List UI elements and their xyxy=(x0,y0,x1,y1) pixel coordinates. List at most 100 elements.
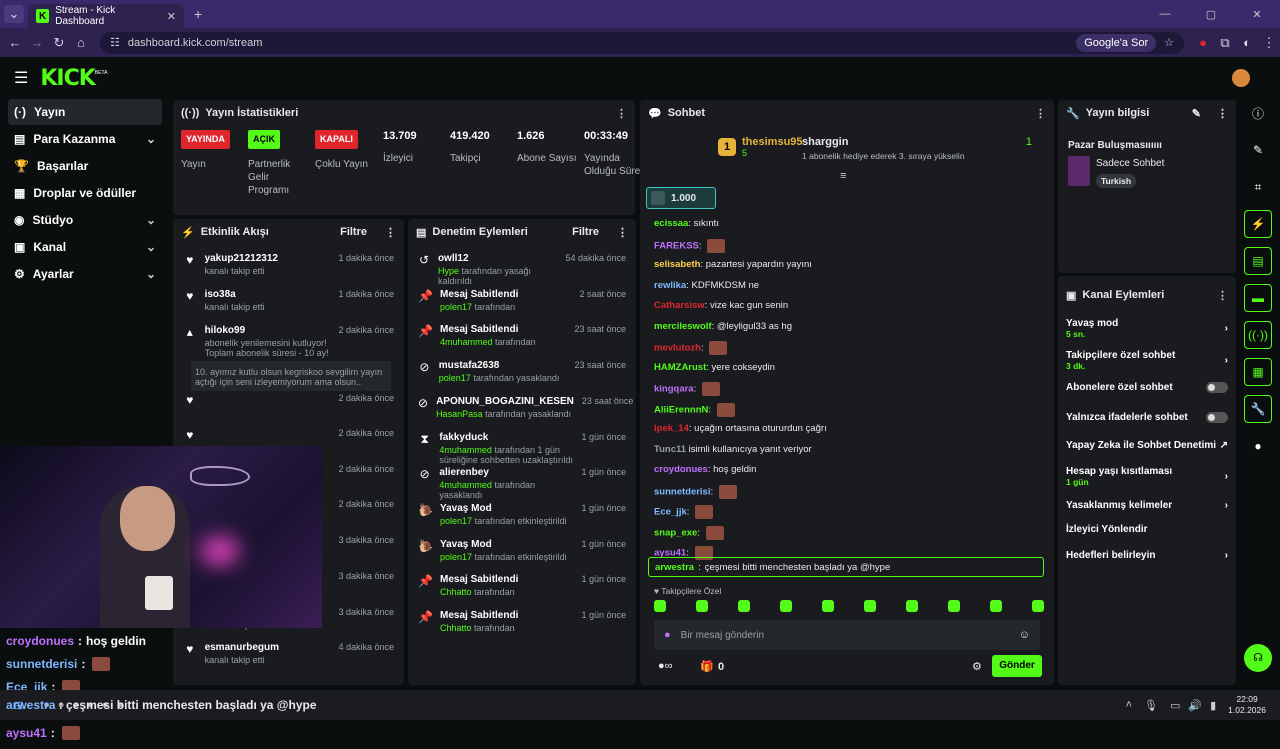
chat-message[interactable]: croydonues: hoş geldin xyxy=(654,464,756,475)
chat-settings-icon[interactable]: ⚙ xyxy=(972,660,982,673)
actions-more-icon[interactable]: ⋮ xyxy=(1217,289,1228,302)
activity-user[interactable]: iso38a xyxy=(205,289,331,300)
language-tag[interactable]: Turkish xyxy=(1096,174,1137,188)
crop-icon[interactable]: ⌗ xyxy=(1244,173,1272,201)
channel-action[interactable]: Abonelere özel sohbet xyxy=(1066,382,1228,393)
chat-username[interactable]: Ece_jjk xyxy=(654,507,687,518)
home-icon[interactable]: ⌂ xyxy=(70,35,92,50)
info-icon[interactable]: ⓘ xyxy=(1244,99,1272,127)
chevron-down-icon[interactable]: ⌄ xyxy=(146,240,156,254)
moderator-name[interactable]: Hype xyxy=(438,266,459,276)
browser-menu-icon[interactable]: ⋮ xyxy=(1258,35,1280,51)
back-icon[interactable]: ← xyxy=(4,35,26,50)
moderation-row[interactable]: ⊘ alierenbey 4muhammed tarafından yasaklan… xyxy=(408,467,636,500)
chevron-right-icon[interactable]: › xyxy=(1225,355,1228,366)
emote-icon[interactable] xyxy=(990,600,1002,612)
site-info-icon[interactable]: ☷ xyxy=(110,36,120,49)
moderation-row[interactable]: 📌 Mesaj Sabitlendi Chhatto tarafından 1 gün… xyxy=(408,610,636,633)
moderator-name[interactable]: 4muhammed xyxy=(440,337,493,347)
chevron-down-icon[interactable]: ⌄ xyxy=(146,132,156,146)
sidebar-item[interactable]: ⚙ Ayarlar ⌄ xyxy=(8,261,162,287)
activity-row[interactable]: ♥ yakup21212312 kanalı takip etti 1 dakika … xyxy=(173,253,404,276)
minimize-icon[interactable]: — xyxy=(1142,8,1188,20)
chat-username[interactable]: ecissaa xyxy=(654,218,688,229)
emote-icon[interactable] xyxy=(654,600,666,612)
chevron-right-icon[interactable]: › xyxy=(1225,550,1228,561)
top-user[interactable]: thesimsu95 xyxy=(742,136,803,148)
activity-row[interactable]: ▴ hiloko99 abonelik yenilemesini kutluyor!… xyxy=(173,325,404,358)
activity-user[interactable]: yakup21212312 xyxy=(205,253,331,264)
send-button[interactable]: Gönder xyxy=(992,655,1042,677)
battery-icon[interactable]: ▮ xyxy=(1210,699,1216,712)
channel-action[interactable]: Yasaklanmış kelimeler › xyxy=(1066,500,1228,511)
moderation-row[interactable]: 🐌 Yavaş Mod polen17 tarafından etkinleştir… xyxy=(408,539,636,562)
chevron-right-icon[interactable]: › xyxy=(1225,471,1228,482)
chat-username[interactable]: sunnetderisi xyxy=(654,486,711,497)
moderation-row[interactable]: ⊘ mustafa2638 polen17 tarafından yasakland… xyxy=(408,360,636,383)
profile-avatar-icon[interactable]: ◐ xyxy=(1236,35,1258,50)
kick-logo[interactable]: KICK xyxy=(40,66,95,91)
activity-row[interactable]: 10. ayımız kutlu olsun kegriskoo sevgili… xyxy=(191,361,391,391)
doc-icon[interactable]: ▤ xyxy=(1244,247,1272,275)
mic-tray-icon[interactable]: 🎙 xyxy=(1144,699,1158,712)
points-icon[interactable]: ●∞ xyxy=(658,660,673,672)
wrench-icon[interactable]: 🔧 xyxy=(1244,395,1272,423)
activity-more-icon[interactable]: ⋮ xyxy=(385,226,396,239)
channel-action[interactable]: Yalnızca ifadelerle sohbet xyxy=(1066,412,1228,423)
external-link-icon[interactable]: ↗ xyxy=(1220,440,1228,451)
chat-message[interactable]: mercileswolf: @leyligul33 as hg xyxy=(654,321,792,332)
pinned-user[interactable]: arwestra xyxy=(655,562,694,573)
mic-icon[interactable]: ● xyxy=(664,629,671,641)
expand-chevron-icon[interactable]: ≡ xyxy=(840,170,846,182)
moderation-row[interactable]: 🐌 Yavaş Mod polen17 tarafından etkinleştir… xyxy=(408,503,636,526)
moderation-row[interactable]: 📌 Mesaj Sabitlendi Chhatto tarafından 1 gün… xyxy=(408,574,636,597)
moderator-name[interactable]: 4muhammed xyxy=(439,480,492,490)
activity-user[interactable]: hiloko99 xyxy=(205,325,331,336)
category-name[interactable]: Sadece Sohbet xyxy=(1096,158,1164,169)
chat-username[interactable]: kingqara xyxy=(654,384,694,395)
channel-action[interactable]: İzleyici Yönlendir xyxy=(1066,524,1228,535)
sidebar-item[interactable]: ▦ Droplar ve ödüller xyxy=(8,180,162,206)
volume-icon[interactable]: 🔊 xyxy=(1188,699,1202,712)
network-icon[interactable]: ▭ xyxy=(1170,699,1180,712)
chat-message[interactable]: sunnetderisi: xyxy=(654,484,737,499)
moderation-row[interactable]: ↺ owll12 Hype tarafından yasağı kaldırıldı… xyxy=(408,253,636,286)
pencil-icon[interactable]: ✎ xyxy=(1244,136,1272,164)
chat-username[interactable]: Catharsisw xyxy=(654,300,705,311)
channel-action[interactable]: Yapay Zeka ile Sohbet Denetimi ↗ xyxy=(1066,440,1228,451)
clock[interactable]: 22:09 1.02.2026 xyxy=(1228,694,1266,716)
chat-message[interactable]: Tunc11 isimli kullanıcıya yanıt veriyor xyxy=(654,444,812,455)
moderation-row[interactable]: ⊘ APONUN_BOGAZINI_KESEN HasanPasa tarafınd… xyxy=(408,396,636,419)
tab-search-icon[interactable]: ⌄ xyxy=(4,5,24,23)
google-ask-button[interactable]: Google'a Sor xyxy=(1076,33,1157,52)
moderator-name[interactable]: polen17 xyxy=(439,373,471,383)
goal-badge[interactable]: 1.000 xyxy=(646,187,716,209)
chevron-down-icon[interactable]: ⌄ xyxy=(146,213,156,227)
emote-icon[interactable] xyxy=(1032,600,1044,612)
emote-icon[interactable] xyxy=(738,600,750,612)
activity-filter-button[interactable]: Filtre xyxy=(340,226,367,238)
gifter-name[interactable]: sharggin xyxy=(802,136,848,148)
channel-action[interactable]: Yavaş mod 5 sn. › xyxy=(1066,318,1228,339)
chevron-right-icon[interactable]: › xyxy=(1225,323,1228,334)
chat-username[interactable]: HAMZArust xyxy=(654,362,706,373)
emoji-icon[interactable]: ☺ xyxy=(1019,629,1030,641)
chat-message[interactable]: snap_exe: xyxy=(654,525,724,540)
emote-icon[interactable] xyxy=(906,600,918,612)
moderator-name[interactable]: polen17 xyxy=(440,302,472,312)
channel-action[interactable]: Takipçilere özel sohbet 3 dk. › xyxy=(1066,350,1228,371)
sidebar-item[interactable]: 🏆 Başarılar xyxy=(8,153,162,179)
user-avatar[interactable] xyxy=(1232,69,1250,87)
chat-message[interactable]: ecissaa: sıkıntı xyxy=(654,218,719,229)
emote-icon[interactable] xyxy=(780,600,792,612)
chat-message[interactable]: FAREKSS: xyxy=(654,238,726,253)
close-window-icon[interactable]: ✕ xyxy=(1234,8,1280,21)
chat-message[interactable]: AliiErennnN: xyxy=(654,402,735,417)
chat-username[interactable]: selisabeth xyxy=(654,259,700,270)
chat-message[interactable]: selisabeth: pazartesi yapardın yayını xyxy=(654,259,812,270)
chat-username[interactable]: croydonues xyxy=(654,464,708,475)
channel-action[interactable]: Hedefleri belirleyin › xyxy=(1066,550,1228,561)
sidebar-item[interactable]: (·) Yayın xyxy=(8,99,162,125)
chat-message[interactable]: mevlutozh: xyxy=(654,341,728,355)
tab-close-icon[interactable]: ✕ xyxy=(167,10,176,23)
